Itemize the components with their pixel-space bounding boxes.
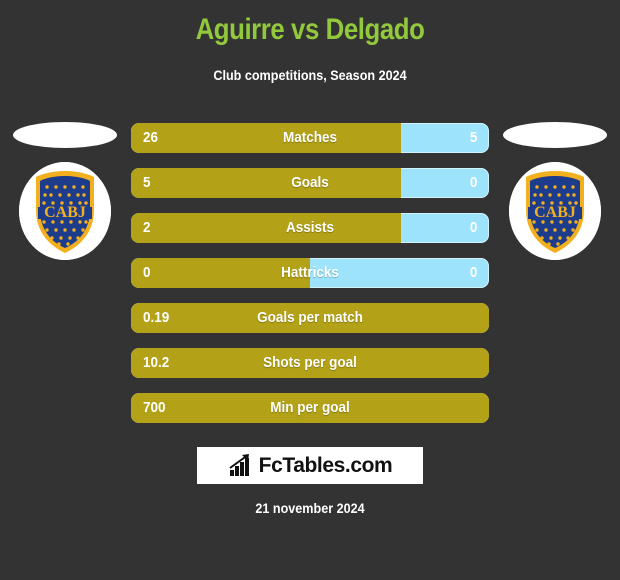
stat-right-value: 0	[469, 219, 477, 236]
stat-right-value: 5	[469, 129, 477, 146]
stat-row: 10.2 Shots per goal	[131, 348, 489, 378]
stat-label: Goals per match	[257, 309, 363, 326]
fctables-logo-text: FcTables.com	[258, 453, 393, 477]
right-crest-ellipse-decoration	[503, 122, 607, 148]
page-subtitle: Club competitions, Season 2024	[213, 67, 407, 83]
left-team-crest-column: CABJ	[0, 118, 130, 298]
svg-text:CABJ: CABJ	[534, 204, 576, 221]
stat-rows: 26 Matches 5 5 Goals 0 2 Assists 0 0 Hat…	[131, 123, 489, 438]
page-title: Aguirre vs Delgado	[195, 13, 425, 46]
stat-right-value: 0	[469, 264, 477, 281]
left-crest-ellipse-decoration	[13, 122, 117, 148]
stat-label: Min per goal	[270, 399, 350, 416]
right-team-crest-column: CABJ	[490, 118, 620, 298]
cabj-crest-icon: CABJ	[19, 162, 111, 260]
stat-row: 0 Hattricks 0	[131, 258, 489, 288]
stat-row: 2 Assists 0	[131, 213, 489, 243]
cabj-crest-icon: CABJ	[509, 162, 601, 260]
stat-label: Assists	[285, 219, 335, 236]
stat-label: Shots per goal	[263, 354, 357, 371]
stat-label: Matches	[282, 129, 338, 146]
bar-chart-arrow-icon	[229, 453, 249, 476]
stat-right-value: 0	[469, 174, 477, 191]
right-team-crest: CABJ	[509, 162, 601, 260]
stat-row: 26 Matches 5	[131, 123, 489, 153]
fctables-logo[interactable]: FcTables.com	[197, 447, 423, 484]
report-date: 21 november 2024	[255, 500, 365, 516]
stat-label: Goals	[291, 174, 329, 191]
header: Aguirre vs Delgado Club competitions, Se…	[0, 0, 620, 83]
left-team-crest: CABJ	[19, 162, 111, 260]
stat-row: 0.19 Goals per match	[131, 303, 489, 333]
stat-row: 700 Min per goal	[131, 393, 489, 423]
stat-label: Hattricks	[281, 264, 339, 281]
comparison-board: CABJ 26 Matches 5 5 Goals 0 2 Assists 0 …	[0, 118, 620, 438]
svg-text:CABJ: CABJ	[44, 204, 86, 221]
stat-row: 5 Goals 0	[131, 168, 489, 198]
